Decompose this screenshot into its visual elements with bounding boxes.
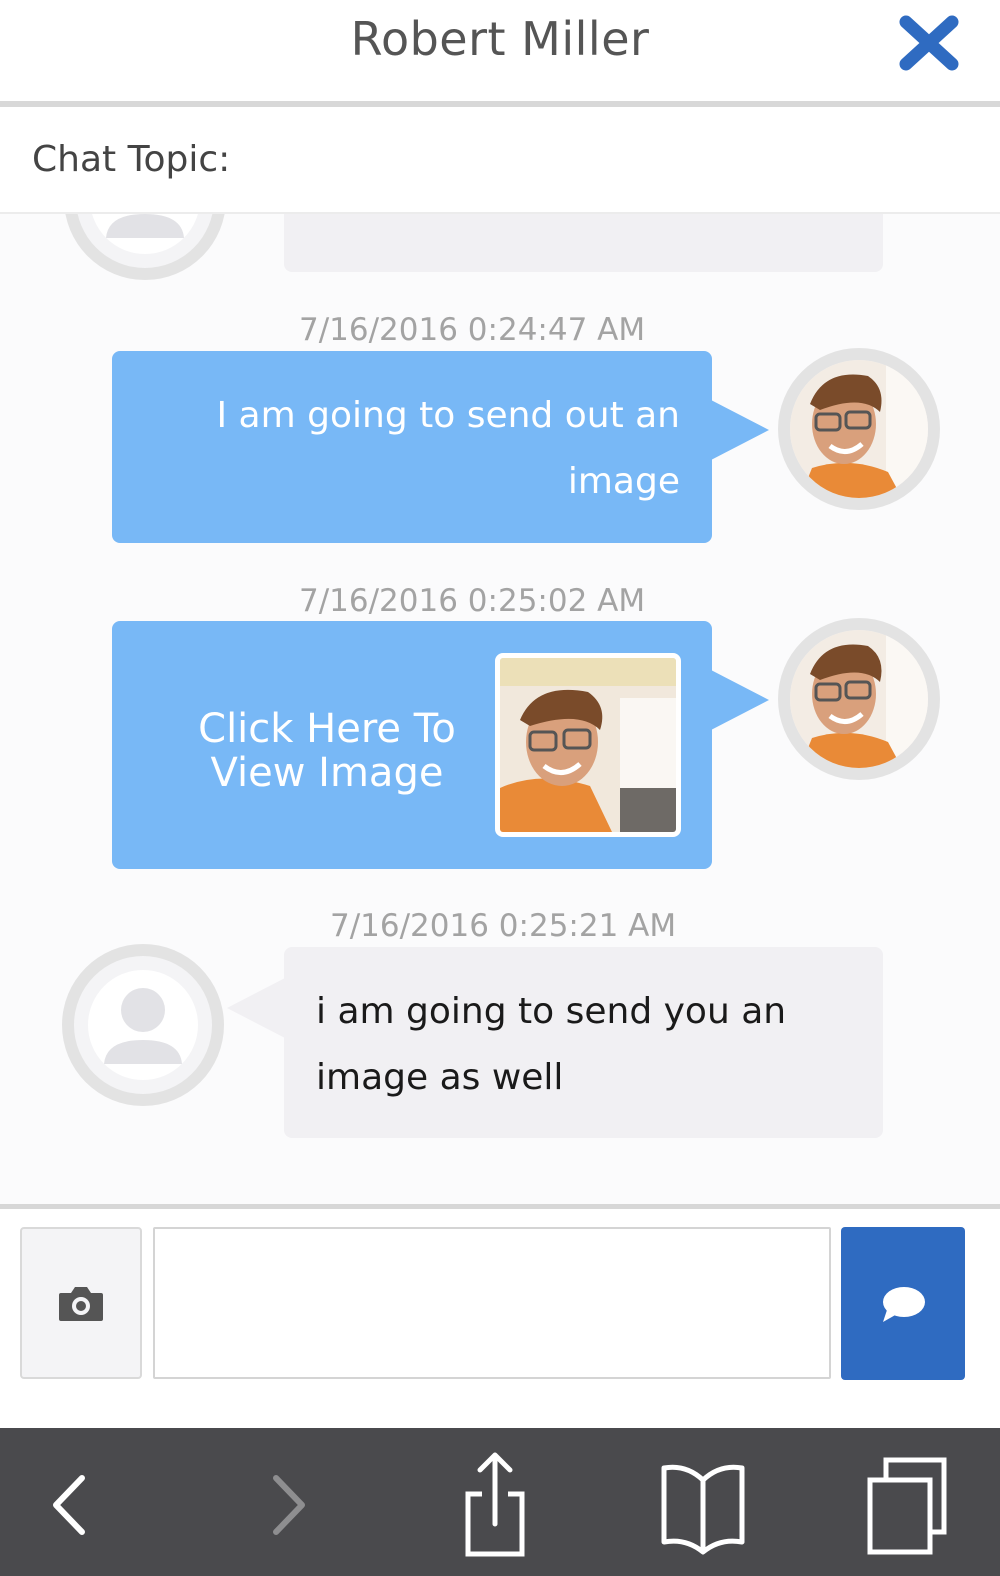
outgoing-message-bubble: I am going to send out an image	[112, 351, 712, 543]
camera-button[interactable]	[20, 1227, 142, 1379]
default-person-avatar-icon	[74, 956, 212, 1094]
contact-name-title: Robert Miller	[350, 12, 650, 66]
chat-topic-label: Chat Topic:	[32, 139, 231, 180]
share-button[interactable]	[460, 1450, 530, 1560]
avatar	[778, 348, 940, 510]
forward-button[interactable]	[258, 1450, 318, 1560]
default-person-avatar-icon	[76, 214, 214, 268]
message-composer	[0, 1209, 1000, 1428]
speech-bubble-icon	[883, 1286, 925, 1322]
message-timestamp: 7/16/2016 0:25:02 AM	[299, 583, 646, 619]
close-x-icon	[899, 15, 959, 71]
bubble-tail	[711, 670, 769, 730]
bookmarks-button[interactable]	[658, 1450, 748, 1560]
user-photo-avatar-icon	[790, 360, 928, 498]
message-list[interactable]: 7/16/2016 0:24:47 AM I am going to send …	[0, 214, 1000, 1204]
message-input[interactable]	[153, 1227, 831, 1379]
browser-toolbar	[0, 1428, 1000, 1576]
tabs-button[interactable]	[866, 1450, 950, 1560]
camera-icon	[59, 1287, 103, 1321]
message-text: i am going to send you an image as well	[316, 991, 787, 1098]
bubble-tail	[711, 400, 769, 460]
message-timestamp: 7/16/2016 0:24:47 AM	[299, 312, 646, 348]
forward-arrow-icon	[273, 1475, 305, 1535]
avatar	[778, 618, 940, 780]
avatar	[62, 944, 224, 1106]
message-text: I am going to send out an image	[216, 395, 681, 502]
share-icon	[465, 1452, 525, 1557]
bookmarks-icon	[661, 1464, 745, 1555]
bubble-tail	[227, 978, 285, 1038]
close-button[interactable]	[898, 14, 960, 72]
chat-topic-bar: Chat Topic:	[0, 107, 1000, 214]
avatar	[64, 214, 226, 280]
outgoing-image-message-bubble[interactable]: Click Here To View Image	[112, 621, 712, 869]
send-button[interactable]	[841, 1227, 965, 1380]
message-timestamp: 7/16/2016 0:25:21 AM	[330, 908, 677, 944]
view-image-link[interactable]: Click Here To View Image	[172, 707, 482, 795]
back-button[interactable]	[40, 1450, 100, 1560]
tabs-icon	[867, 1457, 947, 1555]
message-bubble	[284, 214, 883, 272]
image-thumbnail[interactable]	[495, 653, 681, 837]
back-arrow-icon	[53, 1475, 85, 1535]
user-photo-avatar-icon	[790, 630, 928, 768]
chat-header: Robert Miller	[0, 0, 1000, 103]
incoming-message-bubble: i am going to send you an image as well	[284, 947, 883, 1138]
